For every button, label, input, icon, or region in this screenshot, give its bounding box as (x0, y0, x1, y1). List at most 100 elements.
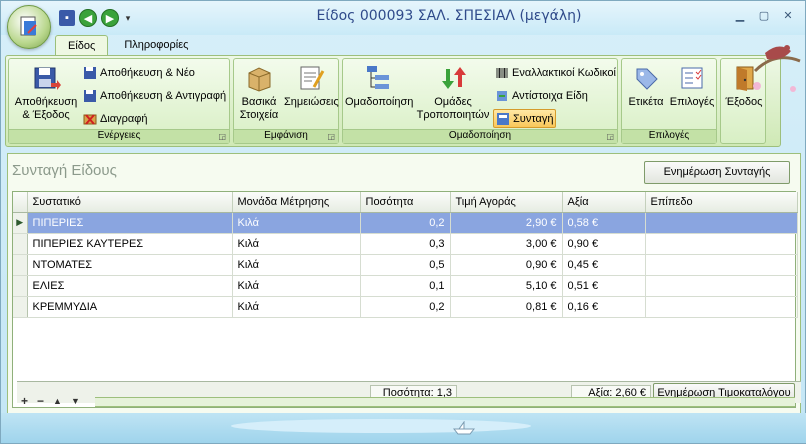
table-cell-level[interactable] (645, 233, 798, 255)
row-indicator[interactable] (13, 296, 28, 318)
table-cell-item[interactable]: ΝΤΟΜΑΤΕΣ (27, 254, 233, 276)
label-button[interactable]: Ετικέτα (624, 63, 668, 109)
group-actions: Αποθήκευση & Έξοδος Αποθήκευση & Νέο Απο… (8, 58, 230, 144)
table-cell-item[interactable]: ΠΙΠΕΡΙΕΣ (27, 212, 233, 234)
recipe-panel: Συνταγή Είδους Ενημέρωση Συνταγής Συστατ… (7, 153, 801, 415)
decorative-bird-icon (753, 45, 801, 92)
alt-codes-button[interactable]: Εναλλακτικοί Κωδικοί (493, 63, 618, 82)
table-cell-price[interactable]: 2,90 € (450, 212, 563, 234)
table-cell-item[interactable]: ΚΡΕΜΜΥΔΙΑ (27, 296, 233, 318)
save-new-label: Αποθήκευση & Νέο (100, 66, 195, 79)
matching-items-button[interactable]: Αντίστοιχα Είδη (493, 86, 590, 105)
move-down-icon[interactable]: ▼ (71, 396, 80, 406)
remove-record-icon[interactable]: − (37, 394, 44, 408)
move-up-icon[interactable]: ▲ (53, 396, 62, 406)
empty-cell (645, 317, 797, 338)
table-cell-value[interactable]: 0,16 € (562, 296, 646, 318)
table-row[interactable]: ΕΛΙΕΣ Κιλά 0,1 5,10 €0,51 € (13, 275, 798, 297)
column-header[interactable]: Μονάδα Μέτρησης (232, 192, 361, 213)
table-cell-value[interactable]: 0,58 € (562, 212, 646, 234)
current-row-indicator-icon[interactable]: ▶ (13, 212, 28, 234)
table-cell-value[interactable]: 0,51 € (562, 275, 646, 297)
update-recipe-button[interactable]: Ενημέρωση Συνταγής (644, 161, 790, 184)
table-cell-qty[interactable]: 0,3 (360, 233, 451, 255)
options-label: Επιλογές (669, 96, 715, 108)
table-cell-unit[interactable]: Κιλά (232, 254, 361, 276)
tag-icon (636, 68, 658, 90)
tab-item[interactable]: Είδος (55, 35, 109, 56)
column-header[interactable]: Συστατικό (27, 192, 233, 213)
empty-row (13, 338, 797, 359)
table-cell-level[interactable] (645, 254, 798, 276)
table-cell-level[interactable] (645, 296, 798, 318)
modifier-groups-button[interactable]: Ομάδες Τροποποιητών (413, 63, 493, 122)
table-cell-unit[interactable]: Κιλά (232, 212, 361, 234)
group-view-label: Εμφάνιση (264, 130, 308, 141)
tab-info[interactable]: Πληροφορίες (112, 35, 200, 56)
group-actions-title: Ενέργειες ◲ (9, 129, 229, 143)
row-indicator[interactable] (13, 275, 28, 297)
column-header[interactable]: Τιμή Αγοράς (450, 192, 563, 213)
save-copy-label: Αποθήκευση & Αντιγραφή (100, 89, 227, 102)
minimize-icon[interactable]: ▁ (729, 6, 751, 24)
table-cell-price[interactable]: 0,90 € (450, 254, 563, 276)
table-cell-level[interactable] (645, 275, 798, 297)
table-cell-unit[interactable]: Κιλά (232, 296, 361, 318)
dialog-launcher-icon[interactable]: ◲ (606, 132, 614, 141)
table-row[interactable]: ΚΡΕΜΜΥΔΙΑ Κιλά 0,2 0,81 €0,16 € (13, 296, 798, 318)
add-record-icon[interactable]: + (21, 394, 28, 408)
delete-label: Διαγραφή (100, 112, 148, 125)
group-grouping-title: Ομαδοποίηση ◲ (343, 129, 617, 143)
table-cell-price[interactable]: 5,10 € (450, 275, 563, 297)
table-cell-unit[interactable]: Κιλά (232, 233, 361, 255)
save-new-button[interactable]: Αποθήκευση & Νέο (81, 63, 197, 82)
table-cell-qty[interactable]: 0,2 (360, 296, 451, 318)
group-options-title: Επιλογές (622, 129, 716, 143)
delete-icon (83, 113, 97, 125)
empty-cell (13, 317, 27, 338)
table-cell-value[interactable]: 0,45 € (562, 254, 646, 276)
table-cell-value[interactable]: 0,90 € (562, 233, 646, 255)
grouping-label: Ομαδοποίηση (345, 96, 414, 108)
delete-button[interactable]: Διαγραφή (81, 109, 150, 128)
column-header[interactable]: Επίπεδο (645, 192, 798, 213)
grouping-button[interactable]: Ομαδοποίηση (345, 63, 414, 109)
table-cell-qty[interactable]: 0,2 (360, 212, 451, 234)
recipe-button[interactable]: Συνταγή (493, 109, 557, 128)
table-row[interactable]: ▶ ΠΙΠΕΡΙΕΣ Κιλά 0,2 2,90 €0,58 € (13, 212, 798, 234)
table-cell-qty[interactable]: 0,5 (360, 254, 451, 276)
table-cell-item[interactable]: ΕΛΙΕΣ (27, 275, 233, 297)
close-icon[interactable]: ✕ (777, 6, 799, 24)
notes-icon (300, 66, 325, 90)
table-cell-level[interactable] (645, 212, 798, 234)
save-new-icon (84, 66, 96, 79)
maximize-icon[interactable]: ▢ (753, 6, 775, 24)
table-row[interactable]: ΠΙΠΕΡΙΕΣ ΚΑΥΤΕΡΕΣ Κιλά 0,3 3,00 €0,90 € (13, 233, 798, 255)
row-indicator[interactable] (13, 233, 28, 255)
app-logo-icon (20, 16, 37, 36)
dialog-launcher-icon[interactable]: ◲ (218, 132, 226, 141)
table-cell-price[interactable]: 3,00 € (450, 233, 563, 255)
table-cell-item[interactable]: ΠΙΠΕΡΙΕΣ ΚΑΥΤΕΡΕΣ (27, 233, 233, 255)
empty-cell (645, 338, 797, 359)
options-button[interactable]: Επιλογές (668, 63, 716, 109)
row-indicator[interactable] (13, 254, 28, 276)
matching-items-icon (497, 90, 507, 101)
table-cell-price[interactable]: 0,81 € (450, 296, 563, 318)
save-copy-button[interactable]: Αποθήκευση & Αντιγραφή (81, 86, 228, 105)
dialog-launcher-icon[interactable]: ◲ (327, 132, 335, 141)
table-cell-unit[interactable]: Κιλά (232, 275, 361, 297)
table-cell-qty[interactable]: 0,1 (360, 275, 451, 297)
notes-button[interactable]: Σημειώσεις (284, 63, 339, 109)
column-header[interactable]: Ποσότητα (360, 192, 451, 213)
application-menu-button[interactable] (7, 5, 51, 49)
column-header[interactable]: Αξία (562, 192, 646, 213)
table-row[interactable]: ΝΤΟΜΑΤΕΣ Κιλά 0,5 0,90 €0,45 € (13, 254, 798, 276)
empty-cell (450, 338, 562, 359)
basic-info-button[interactable]: Βασικά Στοιχεία (236, 63, 282, 122)
recipe-label: Συνταγή (513, 112, 554, 125)
save-exit-button[interactable]: Αποθήκευση & Έξοδος (11, 63, 81, 122)
horizontal-scrollbar[interactable] (95, 397, 795, 407)
empty-cell (450, 317, 562, 338)
save-exit-icon (34, 67, 61, 90)
